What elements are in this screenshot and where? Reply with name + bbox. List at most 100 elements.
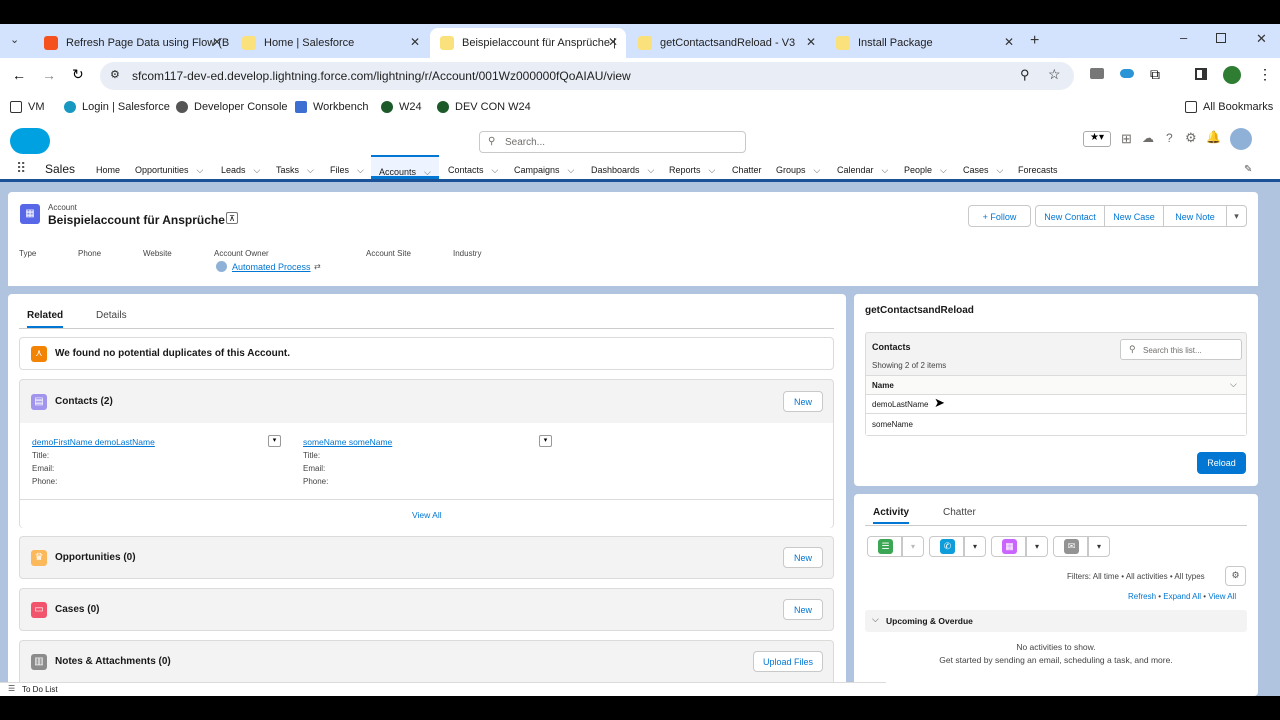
- chevron-down-icon[interactable]: ⌵: [709, 165, 716, 175]
- cases-new-button[interactable]: New: [783, 599, 823, 620]
- new-note-button[interactable]: New Note: [1163, 205, 1227, 227]
- setup-gear-icon[interactable]: ⚙: [1185, 130, 1197, 146]
- send-email-button[interactable]: ✉: [1053, 536, 1088, 557]
- datatable-search-input[interactable]: ⚲ Search this list...: [1120, 339, 1242, 360]
- user-avatar[interactable]: [1230, 128, 1252, 150]
- close-tab-icon[interactable]: ✕: [212, 35, 222, 49]
- minimize-icon[interactable]: –: [1180, 30, 1187, 45]
- cloud-extension-icon[interactable]: [1120, 69, 1134, 78]
- column-header-name[interactable]: Name: [872, 381, 894, 390]
- new-tab-icon[interactable]: +: [1030, 32, 1039, 50]
- contacts-new-button[interactable]: New: [783, 391, 823, 412]
- activity-settings-gear-icon[interactable]: ⚙: [1225, 566, 1246, 586]
- nav-cases[interactable]: Cases ⌵: [963, 165, 1003, 176]
- opportunities-title[interactable]: Opportunities (0): [55, 552, 136, 563]
- nav-home[interactable]: Home: [96, 165, 120, 175]
- nav-accounts[interactable]: Accounts ⌵: [371, 155, 439, 179]
- profile-avatar[interactable]: [1223, 66, 1241, 84]
- nav-forecasts[interactable]: Forecasts: [1018, 165, 1058, 175]
- bookmark-star-icon[interactable]: ☆: [1048, 66, 1061, 83]
- browser-tab[interactable]: Install Package ✕: [826, 28, 1022, 58]
- maximize-icon[interactable]: [1216, 33, 1226, 43]
- upload-files-button[interactable]: Upload Files: [753, 651, 823, 672]
- upcoming-overdue-section[interactable]: ⌵ Upcoming & Overdue: [865, 610, 1247, 632]
- chevron-down-icon[interactable]: ⌵: [648, 165, 655, 175]
- log-call-button[interactable]: ✆: [929, 536, 964, 557]
- tab-chatter[interactable]: Chatter: [943, 507, 976, 518]
- chevron-down-icon[interactable]: ⌵: [568, 165, 575, 175]
- opportunities-new-button[interactable]: New: [783, 547, 823, 568]
- back-icon[interactable]: ←: [12, 67, 26, 83]
- global-search-input[interactable]: ⚲ Search...: [479, 131, 746, 153]
- close-window-icon[interactable]: ✕: [1256, 31, 1267, 47]
- chevron-down-icon[interactable]: ⌵: [997, 165, 1004, 175]
- browser-tab[interactable]: getContactsandReload - V3 ✕: [628, 28, 824, 58]
- zoom-icon[interactable]: ⚲: [1020, 67, 1030, 83]
- tab-related[interactable]: Related: [27, 310, 64, 328]
- chevron-down-icon[interactable]: ⌵: [882, 165, 889, 175]
- address-bar[interactable]: ⚙ sfcom117-dev-ed.develop.lightning.forc…: [100, 62, 1074, 90]
- change-owner-icon[interactable]: ⇄: [314, 262, 321, 271]
- close-tab-icon[interactable]: ✕: [806, 35, 816, 49]
- bookmark-item[interactable]: DEV CON W24: [437, 101, 531, 113]
- bookmark-item[interactable]: VM: [10, 101, 45, 113]
- chevron-down-icon[interactable]: ⌵: [492, 165, 499, 175]
- chevron-down-icon[interactable]: ⌵: [424, 167, 431, 177]
- nav-campaigns[interactable]: Campaigns ⌵: [514, 165, 574, 176]
- view-all-link[interactable]: View All: [1208, 592, 1236, 601]
- trailhead-icon[interactable]: ☁: [1142, 131, 1154, 145]
- contacts-title[interactable]: Contacts (2): [55, 396, 113, 407]
- notifications-bell-icon[interactable]: 🔔: [1206, 130, 1221, 144]
- new-event-button[interactable]: ▦: [991, 536, 1026, 557]
- chevron-down-icon[interactable]: ⌵: [357, 165, 364, 175]
- expand-all-link[interactable]: Expand All: [1163, 592, 1201, 601]
- reload-button[interactable]: Reload: [1197, 452, 1246, 474]
- tab-details[interactable]: Details: [96, 310, 127, 321]
- site-info-icon[interactable]: ⚙: [110, 68, 120, 81]
- nav-tasks[interactable]: Tasks ⌵: [276, 165, 314, 176]
- call-dropdown[interactable]: ▾: [964, 536, 986, 557]
- contact-name-link[interactable]: someName someName: [303, 437, 392, 447]
- datatable-row[interactable]: demoLastName: [866, 395, 1246, 414]
- sidebar-icon[interactable]: [1195, 68, 1207, 80]
- nav-groups[interactable]: Groups ⌵: [776, 165, 820, 176]
- global-actions-icon[interactable]: ⊞: [1121, 131, 1132, 147]
- bookmark-item[interactable]: W24: [381, 101, 422, 113]
- nav-calendar[interactable]: Calendar ⌵: [837, 165, 888, 176]
- menu-icon[interactable]: ⋮: [1258, 66, 1272, 83]
- contact-name-link[interactable]: demoFirstName demoLastName: [32, 437, 155, 447]
- nav-files[interactable]: Files ⌵: [330, 165, 364, 176]
- nav-leads[interactable]: Leads ⌵: [221, 165, 260, 176]
- todo-list-button[interactable]: To Do List: [22, 685, 58, 694]
- new-case-button[interactable]: New Case: [1104, 205, 1164, 227]
- nav-chatter[interactable]: Chatter: [732, 165, 762, 175]
- tab-search-icon[interactable]: ⌄: [10, 33, 26, 49]
- task-dropdown[interactable]: ▾: [902, 536, 924, 557]
- nav-dashboards[interactable]: Dashboards ⌵: [591, 165, 654, 176]
- cases-title[interactable]: Cases (0): [55, 604, 99, 615]
- datatable-row[interactable]: someName: [866, 414, 1246, 435]
- close-tab-icon[interactable]: ✕: [608, 35, 618, 49]
- bookmark-item[interactable]: Login | Salesforce: [64, 101, 170, 113]
- nav-reports[interactable]: Reports ⌵: [669, 165, 715, 176]
- nav-opportunities[interactable]: Opportunities ⌵: [135, 165, 203, 176]
- favorites-icon[interactable]: ★▾: [1083, 131, 1111, 147]
- forward-icon[interactable]: →: [42, 67, 56, 83]
- help-icon[interactable]: ?: [1166, 131, 1173, 145]
- nav-contacts[interactable]: Contacts ⌵: [448, 165, 498, 176]
- chevron-down-icon[interactable]: ⌵: [197, 165, 204, 175]
- edit-nav-pencil-icon[interactable]: ✎: [1244, 164, 1252, 175]
- notes-attachments-title[interactable]: Notes & Attachments (0): [55, 656, 171, 667]
- contact-row-dropdown[interactable]: ▾: [539, 435, 552, 447]
- follow-button[interactable]: + Follow: [968, 205, 1031, 227]
- event-dropdown[interactable]: ▾: [1026, 536, 1048, 557]
- salesforce-logo[interactable]: [10, 128, 50, 154]
- chevron-down-icon[interactable]: ⌵: [307, 165, 314, 175]
- browser-tab-active[interactable]: Beispielaccount für Ansprüche | ✕: [430, 28, 626, 58]
- contact-row-dropdown[interactable]: ▾: [268, 435, 281, 447]
- browser-tab[interactable]: Home | Salesforce ✕: [232, 28, 428, 58]
- browser-tab[interactable]: Refresh Page Data using Flow (B ✕: [34, 28, 230, 58]
- chevron-down-icon[interactable]: ⌵: [814, 165, 821, 175]
- tab-activity[interactable]: Activity: [873, 507, 910, 524]
- new-contact-button[interactable]: New Contact: [1035, 205, 1105, 227]
